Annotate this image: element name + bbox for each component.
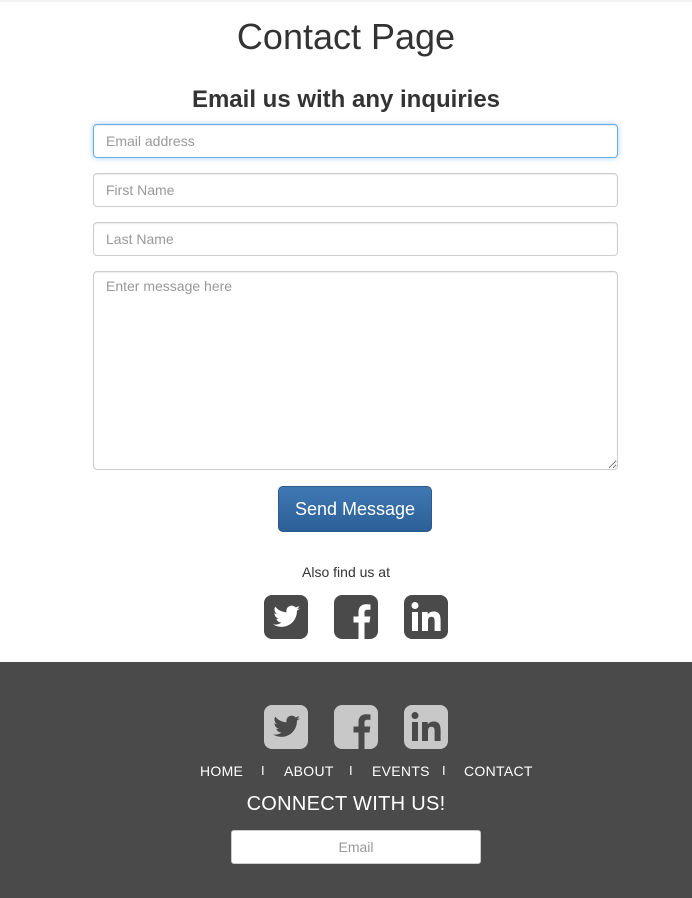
footer: HOME I ABOUT I EVENTS I CONTACT CONNECT … bbox=[0, 662, 692, 898]
social-caption: Also find us at bbox=[302, 564, 390, 580]
page-title: Contact Page bbox=[236, 16, 456, 57]
social-links bbox=[264, 595, 448, 639]
connect-heading: CONNECT WITH US! bbox=[246, 793, 446, 815]
nav-separator: I bbox=[261, 763, 265, 778]
last-name-field[interactable] bbox=[93, 222, 618, 256]
nav-about-link[interactable]: ABOUT bbox=[284, 763, 334, 779]
linkedin-icon[interactable] bbox=[404, 595, 448, 639]
facebook-icon[interactable] bbox=[334, 595, 378, 639]
email-field[interactable] bbox=[93, 124, 618, 158]
nav-events-link[interactable]: EVENTS bbox=[372, 763, 430, 779]
facebook-icon[interactable] bbox=[334, 705, 378, 749]
form-heading: Email us with any inquiries bbox=[191, 86, 501, 113]
nav-separator: I bbox=[442, 763, 446, 778]
top-divider bbox=[0, 0, 692, 2]
send-message-button[interactable]: Send Message bbox=[278, 486, 432, 532]
nav-separator: I bbox=[349, 763, 353, 778]
twitter-icon[interactable] bbox=[264, 595, 308, 639]
twitter-icon[interactable] bbox=[264, 705, 308, 749]
first-name-field[interactable] bbox=[93, 173, 618, 207]
newsletter-email-field[interactable] bbox=[231, 830, 481, 864]
nav-home-link[interactable]: HOME bbox=[200, 763, 243, 779]
footer-social-links bbox=[264, 705, 448, 749]
message-textarea[interactable] bbox=[93, 271, 618, 470]
linkedin-icon[interactable] bbox=[404, 705, 448, 749]
nav-contact-link[interactable]: CONTACT bbox=[464, 763, 533, 779]
footer-nav: HOME I ABOUT I EVENTS I CONTACT bbox=[0, 763, 692, 783]
